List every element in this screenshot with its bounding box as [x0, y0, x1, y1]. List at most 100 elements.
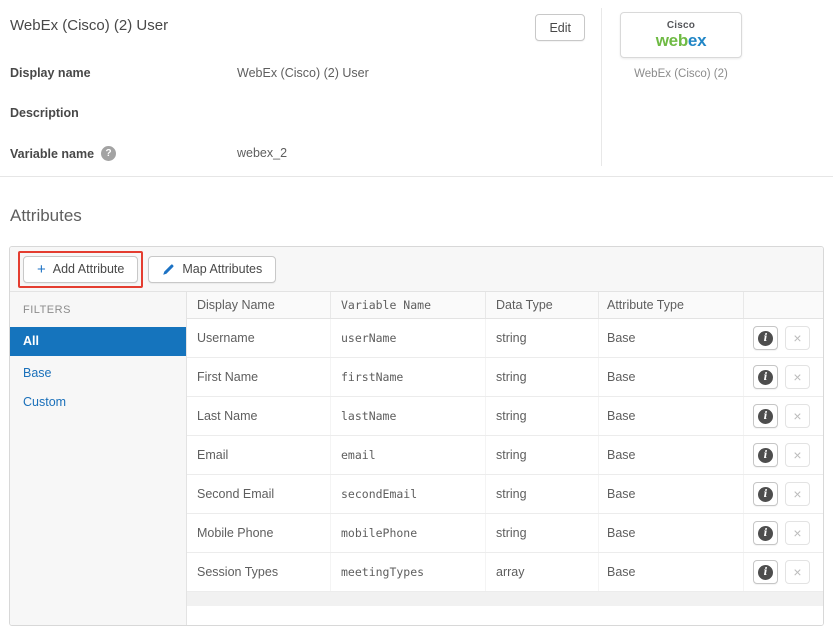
table-row: Email email string Base i × [187, 436, 823, 475]
cell-attribute-type: Base [598, 514, 743, 552]
close-icon: × [793, 369, 802, 385]
cell-display-name: Last Name [197, 409, 258, 423]
cell-display-name: Session Types [197, 565, 279, 579]
info-icon: i [758, 447, 773, 463]
webex-logo-card: Cisco webex [620, 12, 742, 58]
remove-attribute-button[interactable]: × [785, 521, 810, 545]
table-row: Second Email secondEmail string Base i × [187, 475, 823, 514]
info-button[interactable]: i [753, 560, 778, 584]
app-caption: WebEx (Cisco) (2) [634, 68, 728, 80]
info-icon: i [758, 525, 773, 541]
table-row: Username userName string Base i × [187, 319, 823, 358]
info-button[interactable]: i [753, 326, 778, 350]
column-header-display-name: Display Name [197, 298, 275, 312]
add-attribute-button[interactable]: + Add Attribute [23, 255, 139, 283]
cell-attribute-type: Base [598, 475, 743, 513]
sidebar-item-custom[interactable]: Custom [10, 388, 186, 417]
profile-summary: WebEx (Cisco) (2) User Edit Display name… [0, 0, 601, 176]
attribute-table-header: Display Name Variable Name Data Type Att… [187, 292, 823, 319]
attribute-table-body: Username userName string Base i × First … [187, 319, 823, 592]
cell-variable-name: userName [330, 319, 485, 357]
info-button[interactable]: i [753, 443, 778, 467]
cell-attribute-type: Base [598, 397, 743, 435]
info-button[interactable]: i [753, 482, 778, 506]
attributes-toolbar: + Add Attribute Map Attributes [10, 247, 823, 292]
cell-variable-name: lastName [330, 397, 485, 435]
table-row: Session Types meetingTypes array Base i … [187, 553, 823, 592]
cell-data-type: string [485, 475, 598, 513]
cell-display-name: Username [197, 331, 255, 345]
cell-data-type: string [485, 358, 598, 396]
map-attributes-button[interactable]: Map Attributes [148, 255, 277, 283]
sidebar-item-base[interactable]: Base [10, 359, 186, 388]
info-icon: i [758, 486, 773, 502]
cell-data-type: array [485, 553, 598, 591]
cell-variable-name: mobilePhone [330, 514, 485, 552]
cell-actions: i × [743, 319, 823, 357]
pencil-icon [162, 263, 175, 276]
close-icon: × [793, 525, 802, 541]
cell-actions: i × [743, 397, 823, 435]
variable-name-field: Variable name ? webex_2 [10, 146, 585, 161]
cell-actions: i × [743, 475, 823, 513]
info-button[interactable]: i [753, 365, 778, 389]
sidebar-item-all[interactable]: All [10, 327, 186, 356]
attributes-panel: + Add Attribute Map Attributes FILTERS A… [9, 246, 824, 626]
help-icon[interactable]: ? [101, 146, 117, 161]
page-title: WebEx (Cisco) (2) User [10, 17, 169, 34]
cell-variable-name: meetingTypes [330, 553, 485, 591]
display-name-field: Display name WebEx (Cisco) (2) User [10, 66, 585, 80]
table-row: Mobile Phone mobilePhone string Base i × [187, 514, 823, 553]
close-icon: × [793, 330, 802, 346]
remove-attribute-button[interactable]: × [785, 443, 810, 467]
cell-display-name: Mobile Phone [197, 526, 274, 540]
cell-variable-name: secondEmail [330, 475, 485, 513]
cell-data-type: string [485, 319, 598, 357]
variable-name-label: Variable name [10, 146, 95, 161]
cell-actions: i × [743, 436, 823, 474]
cell-data-type: string [485, 514, 598, 552]
cell-actions: i × [743, 358, 823, 396]
plus-icon: + [37, 260, 46, 278]
filters-sidebar: FILTERS All Base Custom [10, 292, 187, 625]
info-icon: i [758, 330, 773, 346]
remove-attribute-button[interactable]: × [785, 404, 810, 428]
edit-button[interactable]: Edit [535, 14, 585, 41]
info-icon: i [758, 564, 773, 580]
remove-attribute-button[interactable]: × [785, 482, 810, 506]
info-icon: i [758, 408, 773, 424]
cisco-logo-text: Cisco [666, 20, 696, 31]
red-highlight-annotation: + Add Attribute [18, 250, 144, 288]
info-button[interactable]: i [753, 404, 778, 428]
column-header-actions [743, 292, 823, 318]
info-button[interactable]: i [753, 521, 778, 545]
cell-actions: i × [743, 553, 823, 591]
attributes-heading: Attributes [10, 206, 82, 225]
description-field: Description [10, 106, 585, 120]
remove-attribute-button[interactable]: × [785, 326, 810, 350]
close-icon: × [793, 564, 802, 580]
cell-display-name: First Name [197, 370, 259, 384]
cell-variable-name: firstName [330, 358, 485, 396]
table-row: Last Name lastName string Base i × [187, 397, 823, 436]
table-row: First Name firstName string Base i × [187, 358, 823, 397]
cell-data-type: string [485, 436, 598, 474]
cell-attribute-type: Base [598, 319, 743, 357]
cell-display-name: Email [197, 448, 229, 462]
remove-attribute-button[interactable]: × [785, 365, 810, 389]
filter-list: All Base Custom [10, 327, 186, 417]
cell-attribute-type: Base [598, 358, 743, 396]
filters-label: FILTERS [23, 304, 71, 316]
close-icon: × [793, 486, 802, 502]
close-icon: × [793, 447, 802, 463]
cell-attribute-type: Base [598, 436, 743, 474]
cell-data-type: string [485, 397, 598, 435]
variable-name-value: webex_2 [237, 146, 288, 160]
cell-actions: i × [743, 514, 823, 552]
app-logo-section: Cisco webex WebEx (Cisco) (2) [601, 8, 833, 166]
webex-logo-text: webex [655, 31, 707, 50]
remove-attribute-button[interactable]: × [785, 560, 810, 584]
cell-display-name: Second Email [197, 487, 275, 501]
profile-header-section: WebEx (Cisco) (2) User Edit Display name… [0, 0, 833, 177]
cell-attribute-type: Base [598, 553, 743, 591]
